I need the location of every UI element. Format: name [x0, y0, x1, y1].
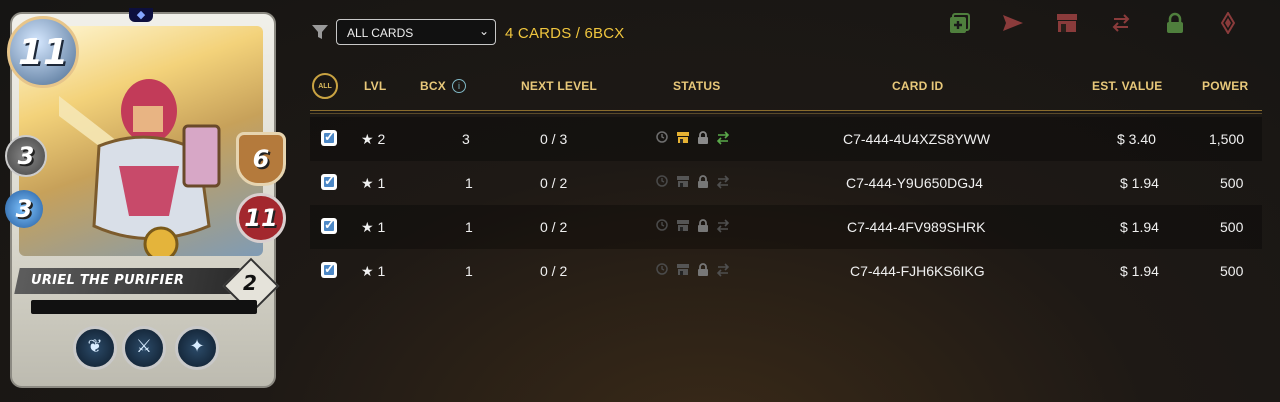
market-status-icon[interactable] — [676, 263, 690, 276]
transfer-icon[interactable] — [1109, 12, 1133, 34]
row-next-level: 0 / 3 — [540, 131, 568, 147]
row-next-level: 0 / 2 — [540, 175, 568, 191]
armor-stat: 6 — [236, 132, 286, 186]
row-checkbox[interactable]: ✓ — [321, 261, 337, 278]
card-filter-value: ALL CARDS — [347, 26, 414, 40]
row-bcx: 3 — [462, 131, 470, 147]
table-row[interactable]: ✓ ★ 1 1 0 / 2 C7-444-4FV989SHRK $ 1.94 5… — [310, 205, 1262, 249]
row-card-id[interactable]: C7-444-4U4XZS8YWW — [843, 131, 990, 147]
table-row[interactable]: ✓ ★ 1 1 0 / 2 C7-444-Y9U650DGJ4 $ 1.94 5… — [310, 161, 1262, 205]
lock-status-icon[interactable] — [697, 131, 709, 144]
card-count-summary: 4 CARDS / 6BCX — [505, 25, 625, 42]
filter-icon[interactable] — [311, 23, 329, 41]
row-checkbox[interactable]: ✓ — [321, 217, 337, 234]
transfer-status-icon[interactable] — [716, 175, 730, 189]
info-icon[interactable]: i — [452, 79, 466, 93]
header-status: STATUS — [673, 79, 721, 93]
market-status-icon[interactable] — [676, 175, 690, 188]
row-power: 1,500 — [1209, 131, 1245, 147]
row-bcx: 1 — [465, 263, 473, 279]
clock-icon — [656, 219, 668, 231]
row-est-value: $ 1.94 — [1120, 219, 1159, 235]
row-level: ★ 1 — [361, 263, 386, 279]
row-next-level: 0 / 2 — [540, 219, 568, 235]
row-est-value: $ 1.94 — [1120, 175, 1159, 191]
clock-icon — [656, 131, 668, 143]
send-icon[interactable] — [1001, 12, 1025, 34]
header-power[interactable]: POWER — [1202, 79, 1248, 93]
clock-icon — [656, 263, 668, 275]
card-filter-select[interactable]: ALL CARDS ⌄ — [336, 19, 496, 45]
header-next-level[interactable]: NEXT LEVEL — [521, 79, 597, 93]
mana-cost: 11 — [7, 16, 79, 88]
header-divider — [310, 110, 1262, 111]
market-status-icon[interactable] — [676, 219, 690, 232]
header-divider — [310, 113, 1262, 114]
magic-stat: 3 — [5, 190, 43, 228]
wings-icon: ❦ — [73, 326, 117, 370]
header-est-value[interactable]: EST. VALUE — [1092, 79, 1162, 93]
health-stat: 11 — [236, 193, 286, 243]
row-checkbox[interactable]: ✓ — [321, 173, 337, 190]
lock-status-icon[interactable] — [697, 219, 709, 232]
row-card-id[interactable]: C7-444-Y9U650DGJ4 — [846, 175, 983, 191]
row-power: 500 — [1220, 175, 1244, 191]
add-icon[interactable] — [948, 12, 972, 34]
row-power: 500 — [1220, 219, 1244, 235]
card-level: 2 — [243, 271, 257, 295]
card-xp-bar — [31, 300, 257, 314]
melee-stat: 3 — [5, 135, 47, 177]
header-card-id[interactable]: CARD ID — [892, 79, 943, 93]
table-row[interactable]: ✓ ★ 1 1 0 / 2 C7-444-FJH6KS6IKG $ 1.94 5… — [310, 249, 1262, 293]
market-status-icon[interactable] — [676, 131, 690, 144]
market-icon[interactable] — [1055, 12, 1079, 34]
lock-status-icon[interactable] — [697, 263, 709, 276]
row-card-id[interactable]: C7-444-4FV989SHRK — [847, 219, 986, 235]
lock-icon[interactable] — [1163, 12, 1187, 34]
card-name: URIEL THE PURIFIER — [31, 273, 185, 288]
lock-status-icon[interactable] — [697, 175, 709, 188]
row-est-value: $ 3.40 — [1117, 131, 1156, 147]
row-checkbox[interactable]: ✓ — [321, 129, 337, 146]
row-card-id[interactable]: C7-444-FJH6KS6IKG — [850, 263, 985, 279]
row-next-level: 0 / 2 — [540, 263, 568, 279]
row-est-value: $ 1.94 — [1120, 263, 1159, 279]
header-lvl[interactable]: LVL — [364, 79, 386, 93]
shield-slash-icon: ⚔ — [122, 326, 166, 370]
row-level: ★ 2 — [361, 131, 386, 147]
select-all-toggle[interactable]: ALL — [312, 73, 338, 99]
knight-illustration — [59, 79, 221, 256]
row-bcx: 1 — [465, 219, 473, 235]
edition-gem-icon: ◆ — [129, 8, 153, 22]
row-level: ★ 1 — [361, 175, 386, 191]
table-row[interactable]: ✓ ★ 2 3 0 / 3 C7-444-4U4XZS8YWW $ 3.40 1… — [310, 117, 1262, 161]
header-bcx[interactable]: BCX — [420, 79, 446, 93]
sparkle-icon: ✦ — [175, 326, 219, 370]
row-level: ★ 1 — [361, 219, 386, 235]
row-bcx: 1 — [465, 175, 473, 191]
transfer-status-icon[interactable] — [716, 131, 730, 145]
card-image: ◆ 11 3 3 6 11 URIEL THE PURIFIER 2 ❦ ⚔ ✦ — [5, 8, 286, 388]
burn-icon[interactable] — [1216, 12, 1240, 34]
row-power: 500 — [1220, 263, 1244, 279]
clock-icon — [656, 175, 668, 187]
transfer-status-icon[interactable] — [716, 219, 730, 233]
chevron-down-icon: ⌄ — [478, 24, 489, 38]
transfer-status-icon[interactable] — [716, 263, 730, 277]
